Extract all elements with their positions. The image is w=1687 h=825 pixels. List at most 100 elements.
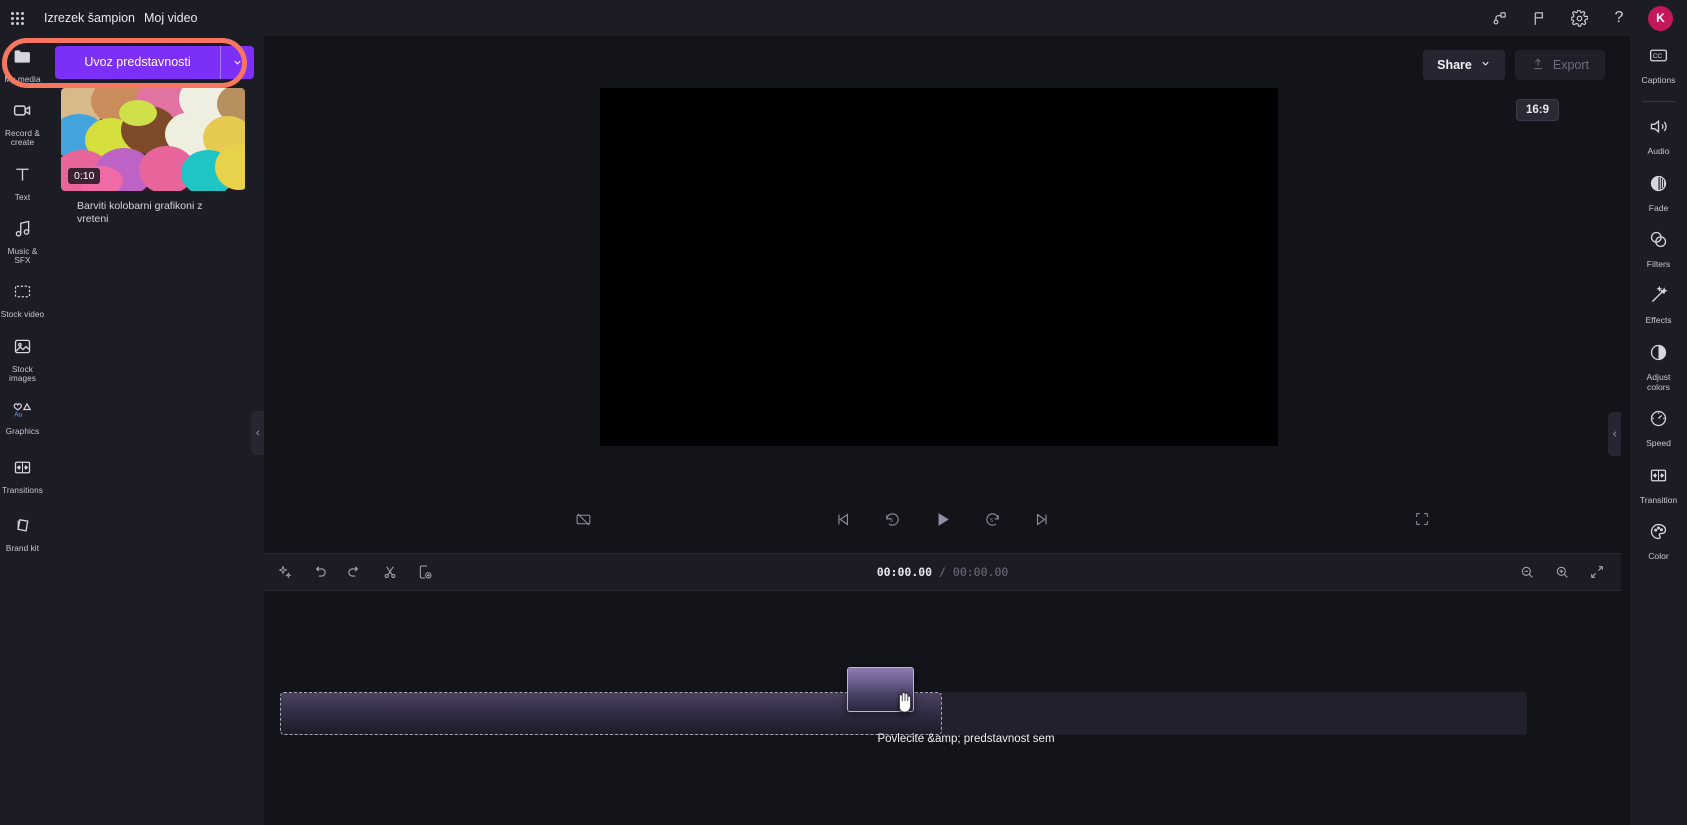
- stage-actions: Share Export: [1423, 50, 1605, 80]
- sidebar-item-text[interactable]: Text: [0, 160, 45, 206]
- sidebar-item-music-sfx[interactable]: Music & SFX: [0, 218, 45, 266]
- magic-wand-icon: [1648, 285, 1669, 311]
- skip-to-start-icon[interactable]: [824, 502, 862, 536]
- svg-text:CC: CC: [1653, 53, 1663, 60]
- hand-cursor-icon: [894, 689, 916, 715]
- gear-icon[interactable]: [1559, 0, 1599, 36]
- aspect-ratio-badge[interactable]: 16:9: [1515, 99, 1559, 121]
- sidebar-item-color[interactable]: Color: [1630, 521, 1687, 561]
- branch-share-icon[interactable]: [1479, 0, 1519, 36]
- zoom-out-icon[interactable]: [1512, 558, 1541, 587]
- timeline-area[interactable]: Povlecite &amp; predstavnost sem: [264, 591, 1621, 825]
- sidebar-label-stock-images: Stock images: [9, 364, 36, 384]
- track-frame: [347, 693, 413, 734]
- svg-text:5: 5: [990, 517, 993, 523]
- project-name[interactable]: Moj video: [144, 11, 198, 25]
- sidebar-label-effects: Effects: [1645, 315, 1672, 326]
- sidebar-label-record-create: Record & create: [5, 129, 40, 148]
- transition-icon: [1648, 465, 1669, 491]
- sidebar-label-adjust-colors: Adjust colors: [1646, 371, 1671, 392]
- zoom-in-icon[interactable]: [1547, 558, 1576, 587]
- sidebar-item-speed[interactable]: Speed: [1630, 408, 1687, 448]
- clipchamp-editor: Izrezek šampion Moj video ? K My media R…: [0, 0, 1687, 825]
- media-item-caption: Barviti kolobarni grafikoni z vreteni: [77, 200, 203, 226]
- import-media-button[interactable]: Uvoz predstavnosti: [55, 45, 254, 79]
- shapes-icon: Au: [11, 400, 35, 424]
- speedometer-icon: [1648, 408, 1669, 434]
- share-button[interactable]: Share: [1423, 50, 1505, 80]
- flag-icon[interactable]: [1519, 0, 1559, 36]
- chevron-down-icon: [1480, 58, 1491, 72]
- timecode-total: 00:00.00: [952, 565, 1009, 579]
- play-icon[interactable]: [924, 502, 962, 536]
- music-note-icon: [12, 218, 33, 244]
- timeline-dropzone[interactable]: [280, 692, 942, 735]
- half-circle-icon: [1648, 342, 1669, 368]
- sidebar-item-audio[interactable]: Audio: [1630, 116, 1687, 156]
- filters-icon: [1648, 229, 1669, 255]
- sidebar-item-graphics[interactable]: Au Graphics: [0, 396, 45, 442]
- sidebar-label-transition: Transition: [1639, 494, 1678, 505]
- sidebar-item-stock-images[interactable]: Stock images: [0, 336, 45, 384]
- media-item-thumbnail[interactable]: 0:10: [61, 88, 245, 191]
- track-frame: [677, 693, 743, 734]
- chevron-down-icon[interactable]: [220, 45, 254, 79]
- export-label: Export: [1552, 58, 1589, 72]
- track-frame: [479, 693, 545, 734]
- help-icon[interactable]: ?: [1599, 0, 1639, 36]
- sidebar-item-transition[interactable]: Transition: [1630, 465, 1687, 505]
- track-frame: [545, 693, 611, 734]
- project-label: Izrezek šampion: [44, 11, 136, 25]
- sidebar-label-text: Text: [14, 192, 31, 202]
- export-button[interactable]: Export: [1514, 50, 1605, 80]
- sidebar-item-effects[interactable]: Effects: [1630, 285, 1687, 325]
- video-camera-icon: [12, 100, 33, 126]
- fade-icon: [1648, 173, 1669, 199]
- sidebar-item-filters[interactable]: Filters: [1630, 229, 1687, 269]
- video-preview-canvas[interactable]: [600, 88, 1278, 446]
- right-panel-collapse-button[interactable]: [1608, 412, 1621, 456]
- cc-icon: CC: [1648, 45, 1669, 71]
- transition-icon: [12, 457, 33, 483]
- rewind-5s-icon[interactable]: 5: [874, 502, 912, 536]
- track-frame: [281, 693, 347, 734]
- sidebar-label-stock-video: Stock video: [0, 310, 45, 320]
- sidebar-divider: [1641, 101, 1676, 103]
- timeline-track-filler[interactable]: [942, 692, 1527, 735]
- sidebar-label-audio: Audio: [1647, 146, 1670, 157]
- film-strip-icon: [12, 281, 33, 307]
- sidebar-item-my-media[interactable]: My media: [0, 42, 45, 88]
- sidebar-label-fade: Fade: [1648, 202, 1669, 213]
- app-menu-waffle-icon[interactable]: [0, 11, 34, 25]
- preview-stage: Share Export 16:9 5 5: [264, 36, 1621, 553]
- sidebar-item-brand-kit[interactable]: Brand kit: [0, 512, 45, 558]
- media-panel-collapse-button[interactable]: [251, 411, 264, 455]
- timeline-zoom-controls: [1506, 558, 1611, 587]
- sidebar-item-adjust-colors[interactable]: Adjust colors: [1630, 342, 1687, 393]
- image-icon: [12, 336, 33, 362]
- right-sidebar: CC Captions Audio Fade Filters Effects A…: [1630, 36, 1687, 825]
- fullscreen-icon[interactable]: [1403, 502, 1441, 536]
- sidebar-item-fade[interactable]: Fade: [1630, 173, 1687, 213]
- sidebar-item-stock-video[interactable]: Stock video: [0, 278, 45, 324]
- sidebar-label-speed: Speed: [1646, 438, 1671, 449]
- player-controls-bar: 5 5: [264, 501, 1621, 537]
- svg-text:Au: Au: [14, 412, 22, 419]
- sidebar-item-transitions[interactable]: Transitions: [0, 454, 45, 500]
- drop-instruction-label: Povlecite &amp; predstavnost sem: [877, 733, 1055, 745]
- sidebar-item-record-create[interactable]: Record & create: [0, 100, 45, 148]
- media-list: 0:10 Barviti kolobarni grafikoni z vrete…: [45, 88, 264, 226]
- forward-5s-icon[interactable]: 5: [974, 502, 1012, 536]
- app-header: Izrezek šampion Moj video ? K: [0, 0, 1687, 36]
- sidebar-label-my-media: My media: [4, 74, 41, 84]
- sidebar-item-captions[interactable]: CC Captions: [1630, 45, 1687, 85]
- timecode-display: 00:00.00 / 00:00.00: [264, 565, 1621, 579]
- track-frame: [743, 693, 809, 734]
- import-row: Uvoz predstavnosti: [45, 36, 264, 88]
- skip-to-end-icon[interactable]: [1024, 502, 1062, 536]
- media-duration-badge: 0:10: [68, 168, 101, 184]
- fit-to-screen-icon[interactable]: [1582, 558, 1611, 587]
- timecode-separator: /: [939, 565, 946, 579]
- brand-kit-icon: [12, 515, 33, 541]
- avatar[interactable]: K: [1648, 5, 1673, 31]
